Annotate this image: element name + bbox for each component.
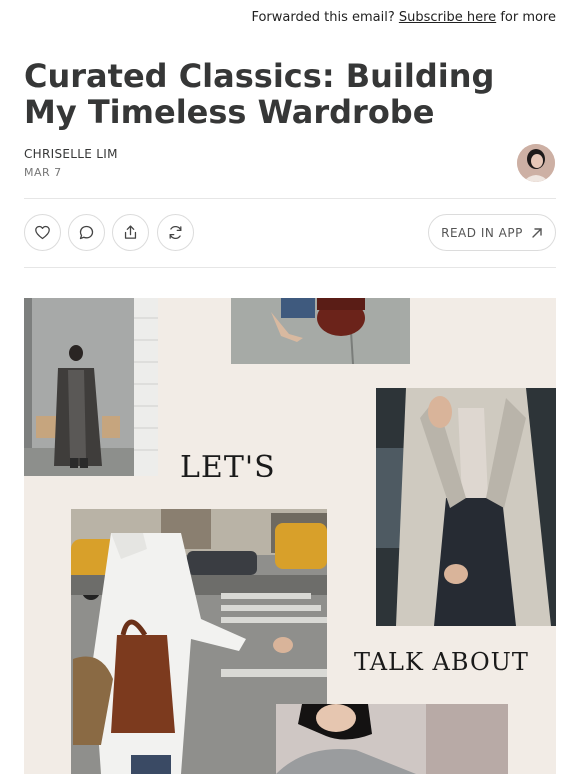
read-in-app-label: READ IN APP — [441, 225, 523, 240]
arrow-up-right-icon — [532, 227, 542, 238]
heels-sidewalk-photo — [231, 298, 410, 364]
restack-button[interactable] — [157, 214, 194, 251]
read-in-app-button[interactable]: READ IN APP — [428, 214, 556, 251]
subscribe-link[interactable]: Subscribe here — [399, 10, 496, 25]
avatar-image — [517, 144, 555, 182]
share-icon — [124, 225, 137, 239]
divider-top — [24, 198, 556, 199]
post-date: MAR 7 — [24, 166, 62, 179]
collage-text-lets: LET'S — [180, 450, 276, 485]
comment-button[interactable] — [68, 214, 105, 251]
forwarded-suffix: for more — [500, 10, 556, 25]
like-button[interactable] — [24, 214, 61, 251]
mirror-selfie-photo — [24, 298, 158, 476]
avatar[interactable] — [517, 144, 555, 182]
divider-bottom — [24, 267, 556, 268]
post-title: Curated Classics: Building My Timeless W… — [24, 57, 495, 131]
heart-icon — [35, 225, 50, 240]
author-name[interactable]: CHRISELLE LIM — [24, 147, 118, 161]
hero-collage-image: LET'S TALK ABOUT — [24, 298, 556, 774]
share-button[interactable] — [112, 214, 149, 251]
collage-text-talk-about: TALK ABOUT — [354, 648, 529, 676]
forwarded-prefix: Forwarded this email? — [251, 10, 395, 25]
blazer-photo — [376, 388, 556, 626]
restack-icon — [169, 225, 182, 240]
comment-icon — [79, 225, 94, 240]
portrait-photo — [276, 704, 508, 774]
forwarded-bar: Forwarded this email? Subscribe here for… — [251, 10, 556, 25]
